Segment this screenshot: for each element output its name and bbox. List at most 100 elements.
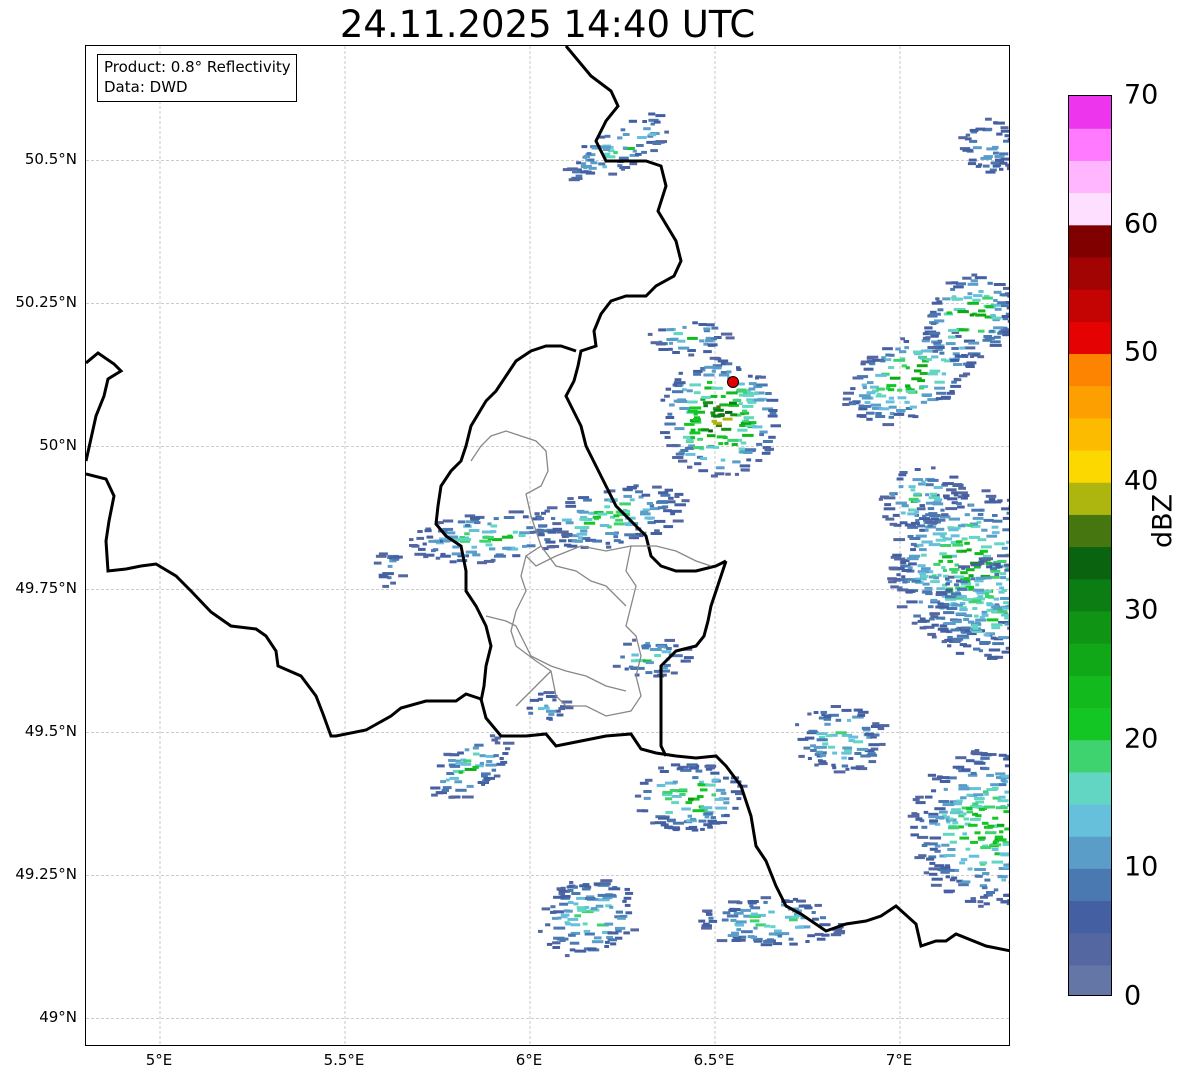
echo-cell (489, 734, 496, 738)
echo-cell (584, 897, 596, 900)
echo-cell (857, 710, 869, 714)
echo-cell (693, 446, 704, 450)
colorbar-swatch (1069, 482, 1111, 515)
colorbar-swatch (1069, 224, 1111, 258)
echo-cell (703, 350, 712, 354)
echo-cell (635, 532, 641, 536)
echo-cell (974, 276, 987, 280)
echo-cell (943, 889, 955, 893)
echo-cell (999, 572, 1007, 576)
echo-cell (687, 400, 698, 404)
echo-cell (1009, 565, 1010, 568)
echo-cell (747, 900, 759, 903)
echo-cell (613, 539, 621, 543)
echo-cell (643, 127, 651, 131)
echo-cell (960, 571, 968, 575)
echo-cell (912, 415, 919, 419)
echo-cell (945, 595, 956, 599)
echo-cell (586, 152, 592, 156)
echo-cell (667, 500, 676, 504)
echo-cell (657, 506, 667, 510)
echo-cell (950, 384, 962, 388)
echo-cell (560, 895, 571, 898)
echo-cell (646, 502, 653, 505)
echo-cell (707, 380, 713, 384)
echo-cell (700, 788, 708, 792)
echo-cell (921, 567, 931, 571)
echo-cell (716, 466, 725, 470)
echo-cell (449, 764, 461, 768)
echo-cell (556, 713, 564, 717)
echo-cell (1004, 790, 1009, 794)
echo-cell (951, 347, 959, 350)
echo-cell (1008, 619, 1009, 623)
echo-cell (965, 629, 970, 633)
echo-cell (637, 136, 647, 139)
echo-cell (897, 388, 903, 392)
echo-cell (1007, 137, 1009, 141)
echo-cell (938, 346, 945, 350)
echo-cell (997, 301, 1006, 305)
echo-cell (925, 483, 934, 487)
echo-cell (962, 812, 967, 816)
echo-cell (911, 621, 918, 625)
echo-cell (991, 847, 999, 851)
echo-cell (956, 634, 969, 638)
echo-cell (928, 543, 941, 547)
echo-cell (914, 468, 921, 471)
echo-cell (888, 353, 895, 357)
echo-cell (743, 451, 753, 454)
echo-cell (968, 574, 974, 578)
echo-cell (986, 603, 994, 607)
echo-cell (620, 128, 626, 132)
echo-cell (577, 908, 587, 912)
echo-cell (999, 586, 1005, 590)
echo-cell (465, 550, 477, 554)
echo-cell (847, 718, 852, 722)
echo-cell (945, 582, 950, 586)
echo-cell (841, 764, 849, 768)
echo-cell (898, 485, 904, 489)
echo-cell (999, 167, 1004, 171)
echo-cell (920, 349, 933, 353)
echo-cell (707, 343, 718, 347)
echo-cell (926, 358, 932, 361)
echo-cell (985, 595, 993, 599)
echo-cell (700, 457, 708, 461)
echo-cell (934, 386, 945, 390)
echo-cell (988, 497, 996, 501)
echo-cell (1002, 161, 1008, 165)
echo-cell (983, 155, 991, 159)
echo-cell (941, 513, 949, 517)
echo-cell (921, 574, 929, 578)
colorbar-swatch (1069, 256, 1111, 290)
echo-cell (978, 309, 986, 313)
radar-map[interactable] (85, 45, 1010, 1046)
echo-cell (964, 513, 970, 517)
echo-cell (857, 713, 866, 717)
echo-cell (655, 114, 666, 118)
echo-cell (988, 648, 1001, 652)
echo-cell (725, 336, 735, 340)
echo-cell (726, 391, 738, 395)
echo-cell (955, 756, 967, 760)
echo-cell (1000, 129, 1009, 133)
echo-cell (844, 749, 852, 753)
echo-cell (591, 940, 604, 944)
echo-cell (563, 543, 572, 547)
echo-cell (954, 802, 962, 806)
echo-cell (975, 583, 980, 587)
colorbar-swatch (1069, 289, 1111, 322)
echo-cell (565, 504, 577, 508)
echo-cell (647, 332, 653, 336)
echo-cell (808, 729, 818, 733)
echo-cell (561, 518, 572, 522)
echo-cell (1004, 568, 1009, 572)
echo-cell (743, 416, 754, 420)
echo-cell (919, 504, 925, 508)
echo-cell (899, 350, 907, 354)
echo-cell (978, 560, 984, 564)
echo-cell (942, 297, 951, 301)
echo-cell (479, 754, 486, 758)
echo-cell (432, 548, 439, 552)
